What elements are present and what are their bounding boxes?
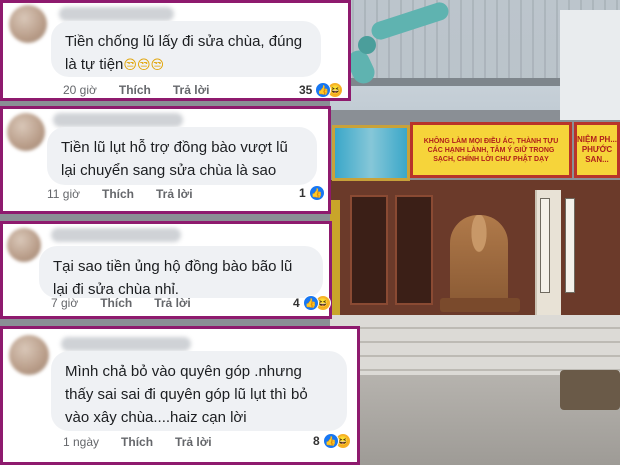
comment-meta: 1 ngày Thích Trả lời [63, 435, 234, 449]
comment-bubble: Mình chả bỏ vào quyên góp .nhưng thấy sa… [51, 351, 347, 431]
comment-text: Tiền lũ lụt hỗ trợ đồng bào vượt lũ lại … [61, 139, 288, 179]
unamused-emoji-icon: 😒😒😒 [123, 58, 165, 73]
comment-card: Tại sao tiền ủng hộ đồng bào bão lũ lại … [0, 221, 332, 319]
reply-button[interactable]: Trả lời [173, 83, 210, 97]
temple-door [395, 195, 433, 305]
reply-button[interactable]: Trả lời [154, 296, 191, 310]
reaction-summary[interactable]: 35 👍 😆 [299, 82, 344, 98]
comment-time[interactable]: 7 giờ [51, 296, 78, 310]
like-reaction-icon: 👍 [322, 433, 339, 449]
buddha-painting [332, 125, 410, 181]
comment-card: Tiền chống lũ lấy đi sửa chùa, đúng là t… [0, 0, 351, 101]
avatar [7, 113, 45, 151]
comment-bubble: Tại sao tiền ủng hộ đồng bào bão lũ lại … [39, 246, 323, 298]
buddha-statue [450, 215, 508, 305]
reaction-count: 1 [299, 186, 306, 200]
comment-text: Mình chả bỏ vào quyên góp .nhưng thấy sa… [65, 363, 308, 426]
comment-card: Tiền lũ lụt hỗ trợ đồng bào vượt lũ lại … [0, 106, 331, 214]
fan-hub-icon [358, 36, 376, 54]
reaction-count: 4 [293, 296, 300, 310]
statue-base [440, 298, 520, 312]
comment-text: Tiền chống lũ lấy đi sửa chùa, đúng là t… [65, 33, 303, 73]
reaction-summary[interactable]: 1 👍 [299, 185, 325, 201]
commenter-name [51, 228, 181, 242]
calligraphy-scroll [565, 198, 575, 293]
reaction-count: 8 [313, 434, 320, 448]
comment-meta: 11 giờ Thích Trả lời [47, 187, 215, 201]
comment-time[interactable]: 11 giờ [47, 187, 80, 201]
reaction-summary[interactable]: 8 👍 😆 [313, 433, 351, 449]
like-reaction-icon: 👍 [302, 295, 319, 311]
like-button[interactable]: Thích [102, 187, 134, 201]
comment-text: Tại sao tiền ủng hộ đồng bào bão lũ lại … [53, 258, 293, 298]
commenter-name [59, 7, 174, 21]
temple-door [350, 195, 388, 305]
commenter-name [61, 337, 191, 351]
temple-sign-main: KHÔNG LÀM MỌI ĐIỀU ÁC, THÀNH TỰU CÁC HẠN… [410, 122, 572, 178]
comment-meta: 7 giờ Thích Trả lời [51, 296, 213, 310]
planter [560, 370, 620, 410]
like-button[interactable]: Thích [121, 435, 153, 449]
comment-bubble: Tiền lũ lụt hỗ trợ đồng bào vượt lũ lại … [47, 127, 317, 185]
comment-time[interactable]: 1 ngày [63, 435, 99, 449]
like-button[interactable]: Thích [119, 83, 151, 97]
avatar [9, 335, 49, 375]
temple-sign-side: NIỆM PH... PHƯỚC SAN... [574, 122, 620, 178]
right-wall [560, 10, 620, 120]
avatar [7, 228, 41, 262]
comment-time[interactable]: 20 giờ [63, 83, 97, 97]
reply-button[interactable]: Trả lời [156, 187, 193, 201]
calligraphy-scroll [540, 198, 550, 293]
temple-steps [330, 315, 620, 375]
like-button[interactable]: Thích [100, 296, 132, 310]
comment-card: Mình chả bỏ vào quyên góp .nhưng thấy sa… [0, 326, 360, 465]
avatar [9, 5, 47, 43]
commenter-name [53, 113, 183, 127]
reply-button[interactable]: Trả lời [175, 435, 212, 449]
comment-bubble: Tiền chống lũ lấy đi sửa chùa, đúng là t… [51, 21, 321, 77]
comment-meta: 20 giờ Thích Trả lời [63, 83, 231, 97]
reaction-count: 35 [299, 83, 313, 97]
reaction-summary[interactable]: 4 👍 😆 [293, 295, 331, 311]
like-reaction-icon: 👍 [308, 185, 325, 201]
